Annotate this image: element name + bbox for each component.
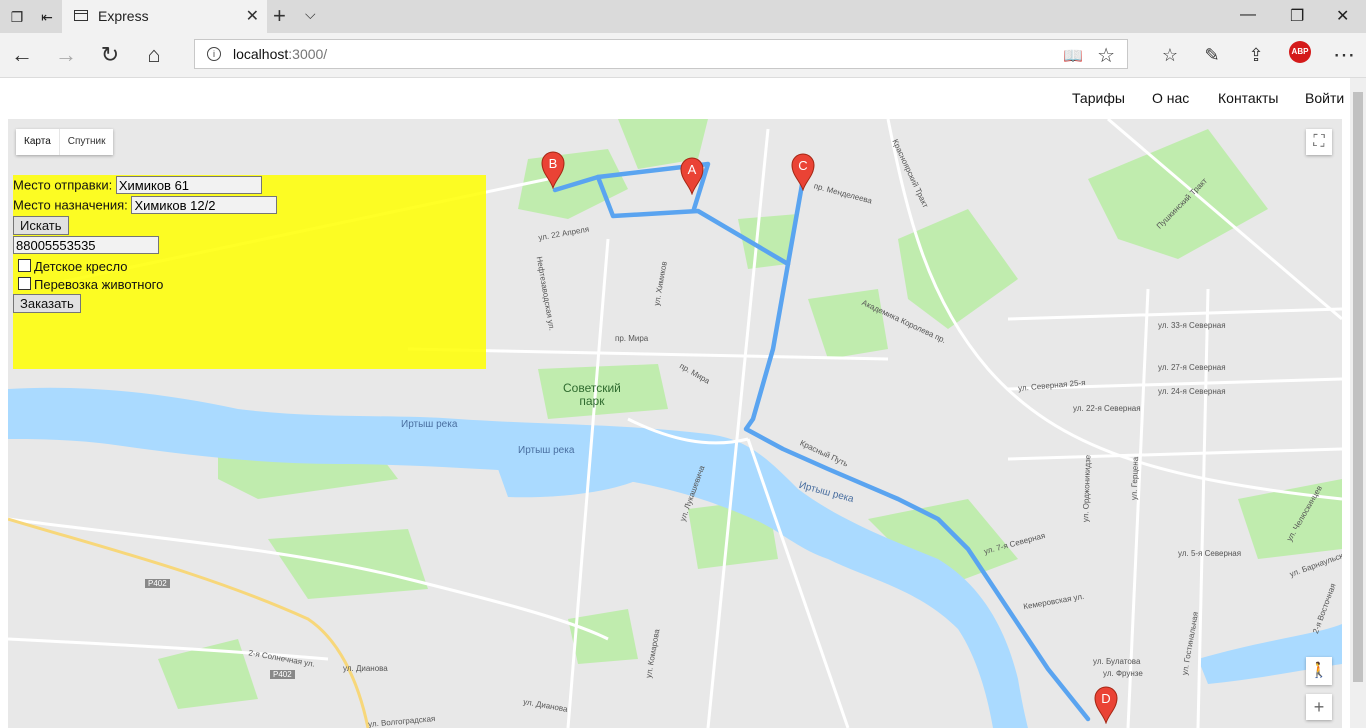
- marker-d-label: D: [1101, 691, 1110, 706]
- close-tab-icon[interactable]: ✕: [246, 6, 259, 26]
- active-tab[interactable]: Express ✕: [62, 0, 267, 33]
- marker-b-label: B: [549, 156, 558, 171]
- street-label: ул. 33-я Северная: [1158, 321, 1226, 330]
- minimize-icon[interactable]: —: [1240, 6, 1256, 24]
- web-note-icon[interactable]: ✎: [1198, 41, 1226, 69]
- street-label: ул. Фрунзе: [1103, 669, 1143, 678]
- route-shield: Р402: [270, 670, 295, 679]
- order-form: Место отправки: Место назначения: Искать…: [13, 175, 486, 369]
- browser-toolbar: ← → ↻ ⌂ i localhost:3000/ 📖 ☆ ☆ ✎ ⇪ ABP …: [0, 33, 1366, 78]
- street-view-pegman-icon[interactable]: 🚶: [1306, 657, 1332, 685]
- forward-icon[interactable]: →: [52, 41, 80, 69]
- nav-link-contacts[interactable]: Контакты: [1218, 90, 1278, 106]
- share-icon[interactable]: ⇪: [1242, 41, 1270, 69]
- site-nav: Тарифы О нас Контакты Войти: [0, 78, 1350, 118]
- street-label: ул. Булатова: [1093, 657, 1141, 666]
- street-label: ул. 27-я Северная: [1158, 363, 1226, 372]
- tab-strip: ❐ ⇤ Express ✕ + ⌵ — ❐ ✕: [0, 0, 1366, 33]
- nav-link-tariffs[interactable]: Тарифы: [1072, 90, 1125, 106]
- order-button[interactable]: Заказать: [13, 294, 81, 313]
- street-label: ул. 22-я Северная: [1073, 404, 1141, 413]
- route-shield: Р402: [145, 579, 170, 588]
- street-label: ул. 5-я Северная: [1178, 549, 1242, 558]
- map-type-map-button[interactable]: Карта: [16, 129, 59, 155]
- pet-row: Перевозка животного: [13, 277, 163, 292]
- more-icon[interactable]: ⋯: [1330, 41, 1358, 69]
- park-label: Советский парк: [563, 381, 621, 408]
- marker-b[interactable]: B: [541, 151, 565, 189]
- address-bar[interactable]: i localhost:3000/ 📖 ☆: [194, 39, 1128, 69]
- fullscreen-icon[interactable]: ⛶: [1306, 129, 1332, 155]
- marker-c-label: C: [798, 158, 807, 173]
- restore-icon[interactable]: ❐: [1290, 6, 1304, 26]
- pet-checkbox[interactable]: [18, 277, 31, 290]
- child-seat-checkbox[interactable]: [18, 259, 31, 272]
- pet-label: Перевозка животного: [34, 277, 164, 292]
- river-label: Иртыш река: [518, 445, 575, 456]
- marker-a[interactable]: A: [680, 157, 704, 195]
- to-input[interactable]: [131, 196, 278, 214]
- to-label: Место назначения:: [13, 197, 128, 213]
- child-seat-label: Детское кресло: [34, 259, 128, 274]
- set-tabs-aside-icon[interactable]: ⇤: [38, 8, 56, 26]
- to-row: Место назначения:: [13, 196, 278, 214]
- chevron-down-icon[interactable]: ⌵: [305, 6, 316, 23]
- refresh-icon[interactable]: ↻: [96, 41, 124, 69]
- favorite-star-icon[interactable]: ☆: [1097, 43, 1115, 68]
- river-label: Иртыш река: [401, 419, 458, 430]
- new-tab-icon[interactable]: +: [273, 3, 286, 29]
- map-type-control: Карта Спутник: [16, 129, 114, 155]
- tab-preview-icon[interactable]: ❐: [8, 8, 26, 26]
- street-label: ул. 24-я Северная: [1158, 387, 1226, 396]
- adblock-plus-icon[interactable]: ABP: [1289, 41, 1311, 63]
- info-icon[interactable]: i: [207, 47, 221, 61]
- window-close-icon[interactable]: ✕: [1336, 6, 1349, 26]
- street-label: ул. Дианова: [343, 664, 388, 673]
- nav-link-login[interactable]: Войти: [1305, 90, 1344, 106]
- search-button[interactable]: Искать: [13, 216, 69, 235]
- zoom-in-icon[interactable]: +: [1306, 694, 1332, 720]
- home-icon[interactable]: ⌂: [140, 41, 168, 69]
- marker-a-label: A: [688, 162, 697, 177]
- back-icon[interactable]: ←: [8, 41, 36, 69]
- phone-input[interactable]: [13, 236, 159, 254]
- page-favicon-icon: [74, 10, 88, 21]
- reading-view-icon[interactable]: 📖: [1063, 46, 1083, 66]
- from-label: Место отправки:: [13, 177, 113, 193]
- page-scrollbar[interactable]: [1350, 78, 1366, 728]
- marker-c[interactable]: C: [791, 153, 815, 191]
- tab-title: Express: [98, 8, 149, 24]
- favorites-hub-icon[interactable]: ☆: [1156, 41, 1184, 69]
- street-label: ул. Герцена: [1129, 456, 1140, 501]
- scrollbar-thumb[interactable]: [1353, 92, 1363, 682]
- map-type-satellite-button[interactable]: Спутник: [58, 129, 114, 155]
- child-seat-row: Детское кресло: [13, 259, 127, 274]
- nav-link-about[interactable]: О нас: [1152, 90, 1189, 106]
- street-label: пр. Мира: [615, 334, 649, 343]
- marker-d[interactable]: D: [1094, 686, 1118, 724]
- from-row: Место отправки:: [13, 176, 262, 194]
- from-input[interactable]: [115, 176, 262, 194]
- url-text[interactable]: localhost:3000/: [233, 46, 327, 62]
